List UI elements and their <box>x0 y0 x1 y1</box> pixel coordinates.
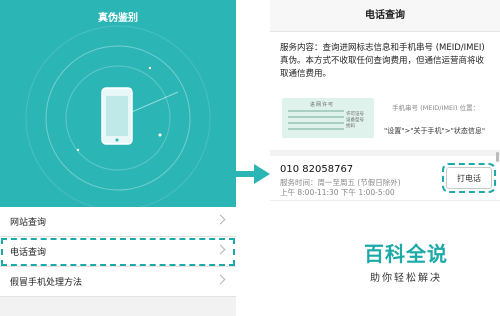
section-divider <box>270 200 500 201</box>
section-divider <box>270 150 500 156</box>
service-hours: 服务时间：周一至周五 (节假日除外) 上午 8:00-11:30 下午 1:00… <box>280 178 401 197</box>
scrollbar[interactable] <box>496 152 499 162</box>
hero-banner: 真伪鉴别 <box>0 0 236 207</box>
arrow-right-icon <box>236 164 270 184</box>
menu-item-label: 电话查询 <box>10 248 47 258</box>
imei-settings-path: "设置">"关于手机">"状态信息" <box>384 127 486 135</box>
license-tags: 许可证号 设备型号 扰码 <box>346 112 364 129</box>
call-button[interactable]: 打电话 <box>442 163 496 193</box>
chevron-right-icon <box>215 274 226 285</box>
hotline-number: 010 82058767 <box>280 164 354 175</box>
watermark-main: 百科全说 <box>364 242 448 266</box>
menu-item-website-query[interactable]: 网站查询 <box>0 207 236 237</box>
imei-location-label: 手机串号 (MEID/IMEI) 位置： <box>392 104 480 112</box>
menu-item-label: 假冒手机处理方法 <box>10 278 83 288</box>
left-phone-screen: 真伪鉴别 网站查询 电话查询 假冒手机处理方法 <box>0 0 236 316</box>
menu-item-label: 网站查询 <box>10 218 47 228</box>
chevron-right-icon <box>215 244 226 255</box>
menu-item-fake-phone-handling[interactable]: 假冒手机处理方法 <box>0 267 236 297</box>
chevron-right-icon <box>215 214 226 225</box>
service-description: 服务内容：查询进网标志信息和手机串号 (MEID/IMEI) 真伪。本方式不收取… <box>280 43 485 79</box>
watermark: 百科全说 助你轻松解决 <box>346 238 466 284</box>
page-title: 电话查询 <box>270 0 500 32</box>
query-menu: 网站查询 电话查询 假冒手机处理方法 <box>0 207 236 297</box>
menu-item-phone-query[interactable]: 电话查询 <box>0 237 236 267</box>
watermark-sub: 助你轻松解决 <box>370 273 442 284</box>
radar-phone-illustration <box>25 25 211 207</box>
license-card-illustration: 进网许可 许可证号 设备型号 扰码 <box>282 98 374 138</box>
license-text: 进网许可 <box>310 102 335 108</box>
